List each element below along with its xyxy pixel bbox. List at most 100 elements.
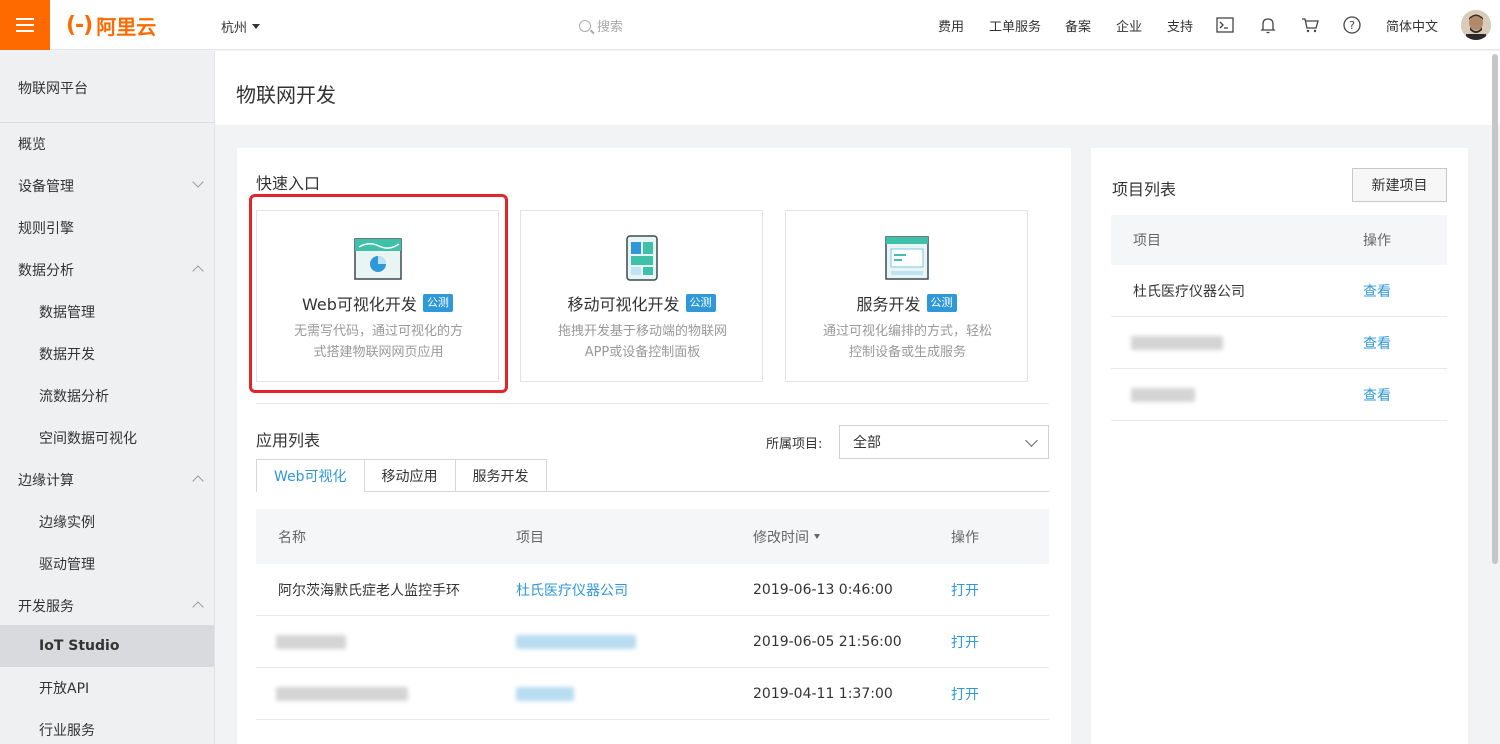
tab-web-visual[interactable]: Web可视化: [256, 459, 365, 492]
sidebar-item-label: 设备管理: [18, 179, 74, 195]
sidebar-item-data-analysis[interactable]: 数据分析: [0, 249, 214, 291]
sidebar-item-stream-analysis[interactable]: 流数据分析: [0, 375, 214, 417]
project-list-title: 项目列表: [1112, 180, 1177, 199]
tab-service-dev[interactable]: 服务开发: [454, 459, 547, 492]
sidebar-item-label: 开发服务: [18, 599, 74, 615]
app-name: 阿尔茨海默氏症老人监控手环: [278, 582, 460, 599]
sidebar-item-edge-computing[interactable]: 边缘计算: [0, 459, 214, 501]
table-row: 2019-04-11 1:37:00 打开: [256, 668, 1049, 720]
hamburger-menu-button[interactable]: [0, 0, 50, 50]
page-header: 物联网开发: [215, 51, 1500, 125]
table-row: 查看: [1111, 369, 1447, 421]
search-icon: [579, 19, 591, 32]
sidebar-item-dev-services[interactable]: 开发服务: [0, 585, 214, 627]
sidebar-item-open-api[interactable]: 开放API: [0, 667, 214, 709]
nav-support[interactable]: 支持: [1167, 16, 1193, 35]
nav-fees[interactable]: 费用: [938, 16, 964, 35]
help-icon[interactable]: ?: [1342, 15, 1362, 35]
sidebar-item-overview[interactable]: 概览: [0, 123, 214, 165]
column-header-modified-time[interactable]: 修改时间: [753, 509, 820, 564]
app-name-redacted: [276, 668, 408, 719]
entry-desc-line: 拖拽开发基于移动端的物联网: [557, 324, 727, 339]
sidebar-item-rule-engine[interactable]: 规则引擎: [0, 207, 214, 249]
view-project-link[interactable]: 查看: [1363, 369, 1391, 420]
tab-mobile-app[interactable]: 移动应用: [363, 459, 456, 492]
redacted-text: [276, 634, 346, 649]
table-row: 杜氏医疗仪器公司 查看: [1111, 265, 1447, 317]
sidebar-item-label: 流数据分析: [39, 389, 109, 405]
sidebar-item-edge-instances[interactable]: 边缘实例: [0, 501, 214, 543]
tabs-underline: [256, 491, 1049, 492]
nav-tickets[interactable]: 工单服务: [989, 16, 1041, 35]
app-project-redacted[interactable]: [516, 616, 636, 667]
sidebar-item-label: 边缘实例: [39, 515, 95, 531]
column-header-actions: 操作: [1363, 233, 1391, 249]
menu-icon-bar: [16, 18, 34, 20]
column-header-project: 项目: [516, 529, 544, 546]
redacted-text: [516, 686, 574, 701]
view-project-link[interactable]: 查看: [1363, 265, 1391, 316]
cart-icon[interactable]: [1300, 15, 1320, 35]
sidebar-item-spatial-visualization[interactable]: 空间数据可视化: [0, 417, 214, 459]
entry-description: 拖拽开发基于移动端的物联网 APP或设备控制面板: [541, 321, 744, 363]
bell-icon[interactable]: [1258, 15, 1278, 35]
sidebar-item-industry-services[interactable]: 行业服务: [0, 709, 214, 744]
logo-text: 阿里云: [96, 14, 157, 39]
column-header-project: 项目: [1133, 233, 1161, 249]
app-table-header: 名称 项目 修改时间 操作: [256, 509, 1049, 564]
search-box[interactable]: 搜索: [579, 16, 623, 35]
sidebar-item-label: 行业服务: [39, 723, 95, 739]
project-table-header: 项目 操作: [1111, 215, 1447, 265]
entry-title: 移动可视化开发: [567, 295, 680, 314]
entry-desc-line: APP或设备控制面板: [584, 345, 701, 360]
quick-entry-title: 快速入口: [256, 174, 321, 193]
sidebar-item-iot-studio[interactable]: IoT Studio: [0, 625, 214, 667]
chevron-up-icon: [192, 475, 204, 487]
redacted-text: [1131, 387, 1195, 402]
redacted-text: [516, 634, 636, 649]
region-selector[interactable]: 杭州: [221, 17, 261, 36]
chevron-up-icon: [192, 265, 204, 277]
app-project-link[interactable]: 杜氏医疗仪器公司: [516, 564, 628, 615]
sidebar-item-label: IoT Studio: [39, 638, 120, 654]
sidebar-item-device-management[interactable]: 设备管理: [0, 165, 214, 207]
project-filter-select[interactable]: 全部: [839, 425, 1049, 459]
redacted-text: [276, 686, 408, 701]
page-scrollbar[interactable]: [1492, 54, 1498, 564]
new-project-button[interactable]: 新建项目: [1352, 168, 1447, 202]
sidebar-item-data-management[interactable]: 数据管理: [0, 291, 214, 333]
app-project-redacted[interactable]: [516, 668, 574, 719]
aliyun-logo[interactable]: (-) 阿里云: [66, 12, 157, 39]
entry-description: 通过可视化编排的方式，轻松 控制设备或生成服务: [806, 321, 1009, 363]
project-filter-value: 全部: [853, 435, 881, 451]
app-modified-time: 2019-04-11 1:37:00: [753, 685, 893, 702]
sidebar-item-label: 概览: [18, 137, 46, 153]
column-header-actions: 操作: [951, 529, 979, 546]
sidebar-item-label: 数据分析: [18, 263, 74, 279]
open-app-link[interactable]: 打开: [951, 616, 979, 667]
sidebar-item-data-development[interactable]: 数据开发: [0, 333, 214, 375]
entry-card-service-dev[interactable]: 服务开发 公测 通过可视化编排的方式，轻松 控制设备或生成服务: [785, 210, 1028, 382]
language-selector[interactable]: 简体中文: [1386, 16, 1438, 35]
avatar[interactable]: [1461, 10, 1491, 40]
beta-badge: 公测: [685, 294, 716, 312]
open-app-link[interactable]: 打开: [951, 668, 979, 719]
sidebar-item-label: 空间数据可视化: [39, 431, 137, 447]
nav-enterprise[interactable]: 企业: [1116, 16, 1142, 35]
redacted-text: [1131, 335, 1223, 350]
view-project-link[interactable]: 查看: [1363, 317, 1391, 368]
column-header-label: 修改时间: [753, 529, 809, 546]
open-app-link[interactable]: 打开: [951, 564, 979, 615]
app-type-tabs: Web可视化 移动应用 服务开发: [256, 459, 547, 492]
sort-desc-icon: [814, 534, 820, 539]
column-header-name: 名称: [278, 529, 306, 546]
app-modified-time: 2019-06-13 0:46:00: [753, 581, 893, 598]
sidebar: 物联网平台 概览 设备管理 规则引擎 数据分析 数据管理 数据开发 流数据分析 …: [0, 51, 215, 744]
service-dev-icon: [882, 233, 932, 283]
entry-card-mobile-visual[interactable]: 移动可视化开发 公测 拖拽开发基于移动端的物联网 APP或设备控制面板: [520, 210, 763, 382]
sidebar-item-label: 驱动管理: [39, 557, 95, 573]
entry-title: 服务开发: [856, 295, 921, 314]
terminal-icon[interactable]: [1215, 15, 1235, 35]
sidebar-item-driver-management[interactable]: 驱动管理: [0, 543, 214, 585]
nav-icp[interactable]: 备案: [1065, 16, 1091, 35]
